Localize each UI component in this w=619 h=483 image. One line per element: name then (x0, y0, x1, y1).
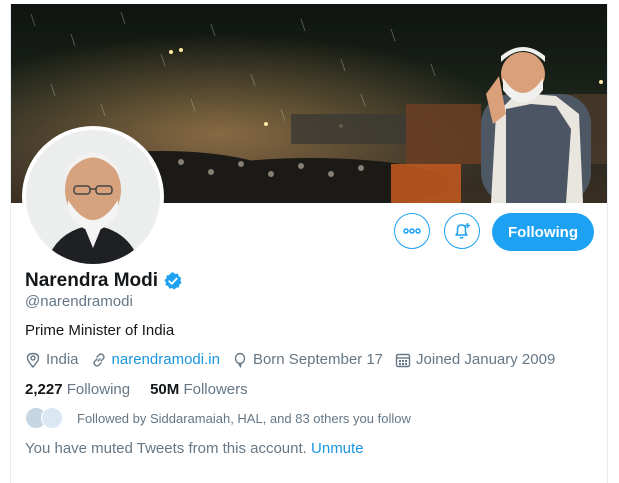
profile-website: narendramodi.in (91, 351, 220, 368)
following-count-link[interactable]: 2,227 Following (25, 381, 130, 398)
birthday-text: Born September 17 (252, 351, 384, 368)
notifications-button[interactable] (444, 213, 480, 249)
birthday-icon (234, 352, 246, 368)
website-link[interactable]: narendramodi.in (112, 351, 220, 368)
link-icon (92, 352, 105, 367)
following-label: Following (66, 381, 131, 398)
location-icon (26, 352, 40, 368)
avatar (41, 407, 63, 429)
muted-text: You have muted Tweets from this account. (25, 440, 307, 457)
followed-by-text: Followed by Siddaramaiah, HAL, and 83 ot… (77, 410, 411, 426)
profile-card: Following Narendra Modi @narendramodi Pr… (10, 4, 608, 483)
profile-handle: @narendramodi (25, 293, 133, 310)
location-text: India (46, 351, 79, 368)
profile-stats: 2,227 Following 50M Followers (25, 381, 268, 398)
profile-location: India (25, 351, 79, 368)
avatar-image (26, 130, 160, 264)
followers-label: Followers (183, 381, 248, 398)
followed-by-row[interactable]: Followed by Siddaramaiah, HAL, and 83 ot… (25, 407, 411, 429)
profile-bio: Prime Minister of India (25, 322, 175, 339)
following-button[interactable]: Following (492, 213, 594, 251)
calendar-icon (395, 353, 411, 367)
following-count: 2,227 (25, 381, 63, 398)
followed-by-avatars (25, 407, 69, 429)
more-options-button[interactable] (394, 213, 430, 249)
joined-text: Joined January 2009 (416, 351, 556, 368)
muted-notice: You have muted Tweets from this account.… (25, 440, 364, 457)
profile-avatar[interactable] (22, 126, 164, 268)
followers-count: 50M (150, 381, 180, 398)
profile-birthday: Born September 17 (232, 351, 383, 368)
unmute-link[interactable]: Unmute (311, 440, 364, 457)
profile-joined: Joined January 2009 (395, 351, 555, 368)
followers-count-link[interactable]: 50M Followers (150, 381, 248, 398)
profile-name: Narendra Modi (25, 270, 159, 291)
notification-bell-icon (455, 223, 470, 239)
profile-name-row: Narendra Modi (25, 270, 183, 292)
more-icon (403, 228, 421, 234)
verified-badge-icon (164, 272, 182, 290)
profile-meta: India narendramodi.in Born September 17 (25, 351, 567, 368)
